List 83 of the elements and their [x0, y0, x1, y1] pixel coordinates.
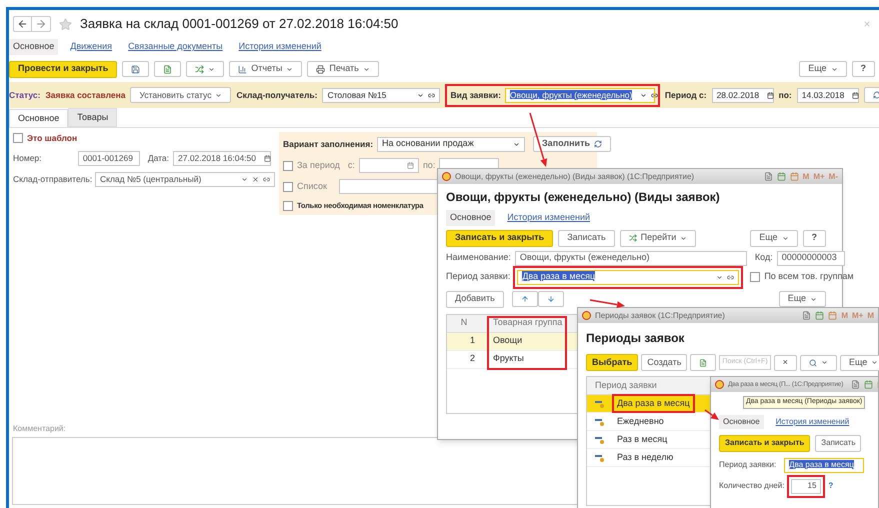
table-cell: Два раза в месяц: [617, 398, 690, 408]
save-button[interactable]: Записать: [558, 230, 615, 246]
goto-button[interactable]: Перейти: [620, 230, 696, 246]
code-field[interactable]: 00000000003: [776, 250, 845, 266]
request-kind-field[interactable]: Овощи, фрукты (еженедельно): [504, 88, 655, 102]
table-cell-text: Овощи: [492, 334, 522, 348]
more-button[interactable]: Еще: [778, 291, 826, 307]
add-button[interactable]: Добавить: [446, 290, 504, 308]
dialog-heading: Периоды заявок: [586, 330, 686, 347]
days-label: Количество дней:: [719, 480, 784, 492]
tab[interactable]: Основное: [446, 210, 496, 226]
reports-button[interactable]: Отчеты: [229, 61, 302, 77]
code-label: Код:: [754, 251, 773, 264]
table-cell-text: Раз в неделю: [617, 450, 674, 464]
dialog-heading: Овощи, фрукты (еженедельно) (Виды заявок): [446, 189, 721, 206]
period-from-field[interactable]: 28.02.2018: [712, 88, 774, 102]
status-value: Заявка составлена: [45, 88, 126, 102]
period-label: Период заявки:: [719, 459, 776, 471]
days-field[interactable]: 15: [791, 478, 822, 494]
tab[interactable]: Основное: [9, 108, 68, 127]
save-close-button[interactable]: Записать и закрыть: [719, 434, 810, 452]
more-button[interactable]: Еще: [799, 61, 846, 77]
number-field[interactable]: 0001-001269: [78, 150, 140, 166]
tab[interactable]: Товары: [68, 108, 118, 127]
tab[interactable]: История изменений: [234, 39, 326, 55]
from-label: с:: [348, 158, 355, 172]
table-cell-text: Раз в месяц: [617, 432, 668, 446]
date-field[interactable]: 27.02.2018 16:04:50: [173, 150, 271, 166]
sender-field[interactable]: Склад №5 (центральный): [95, 172, 275, 187]
save-button[interactable]: Записать: [815, 434, 862, 452]
checkbox-label: Это шаблон: [27, 132, 78, 145]
recipient-field[interactable]: Столовая №15: [322, 88, 440, 102]
window-title: Овощи, фрукты (еженедельно) (Виды заявок) (1С:Предприятие): [455, 170, 694, 182]
window-title: Периоды заявок (1С:Предприятие): [595, 310, 725, 322]
more-button[interactable]: Еще: [840, 354, 879, 370]
column-header: N: [460, 316, 468, 330]
tab[interactable]: История изменений: [772, 414, 854, 428]
more-button[interactable]: Еще: [750, 230, 798, 246]
checkbox-label: По всем тов. группам: [764, 270, 854, 284]
name-field[interactable]: Овощи, фрукты (еженедельно): [514, 250, 747, 266]
comment-label: Комментарий:: [12, 423, 66, 435]
help-button[interactable]: ?: [852, 61, 875, 77]
tab[interactable]: Основное: [719, 414, 764, 428]
post-close-button[interactable]: Провести и закрыть: [9, 60, 118, 78]
sender-label: Склад-отправитель:: [13, 172, 91, 186]
table-row[interactable]: Два раза в месяц: [587, 395, 710, 413]
number-label: Номер:: [13, 152, 43, 165]
checkbox-label: Список: [297, 180, 327, 193]
fill-variant-field[interactable]: На основании продаж: [377, 136, 526, 152]
period-from-label: Период с:: [664, 88, 707, 102]
recipient-label: Склад-получатель:: [236, 88, 318, 102]
status-label: Статус:: [9, 88, 40, 102]
column-header: Товарная группа: [492, 316, 562, 330]
period-label: Период заявки:: [446, 270, 510, 284]
print-button[interactable]: Печать: [307, 61, 379, 77]
table-cell-text: Фрукты: [492, 352, 524, 366]
window-title: Заявка на склад 0001-001269 от 27.02.2018 16:04:50: [80, 15, 398, 34]
set-status-button[interactable]: Установить статус: [130, 87, 232, 103]
period-field[interactable]: Два раза в месяц: [517, 270, 740, 284]
to-label: по:: [422, 158, 436, 172]
tab[interactable]: Основное: [9, 39, 58, 55]
request-kind-label: Вид заявки:: [450, 88, 501, 102]
clear-button[interactable]: ×: [774, 354, 797, 370]
name-label: Наименование:: [446, 251, 511, 264]
tab[interactable]: История изменений: [503, 210, 594, 226]
help-button[interactable]: ?: [802, 230, 826, 246]
table-cell-text: 1: [468, 334, 475, 348]
table-cell-text: 2: [468, 352, 475, 366]
period-to-field[interactable]: 14.03.2018: [796, 88, 859, 102]
tab[interactable]: Связанные документы: [124, 39, 227, 55]
column-header: Период заявки: [594, 378, 657, 392]
table-cell-text: Ежедневно: [617, 414, 664, 428]
fill-button[interactable]: Заполнить: [533, 136, 612, 152]
help-link[interactable]: ?: [828, 480, 834, 492]
save-close-button[interactable]: Записать и закрыть: [446, 230, 554, 246]
period-to-label: по:: [778, 88, 792, 102]
checkbox-label: За период: [297, 158, 340, 172]
fill-variant-label: Вариант заполнения:: [283, 138, 374, 150]
select-button[interactable]: Выбрать: [586, 354, 638, 371]
tab[interactable]: Движения: [66, 39, 116, 55]
period-field[interactable]: Два раза в месяц: [784, 458, 864, 472]
date-label: Дата:: [148, 152, 169, 165]
create-button[interactable]: Создать: [641, 354, 688, 371]
